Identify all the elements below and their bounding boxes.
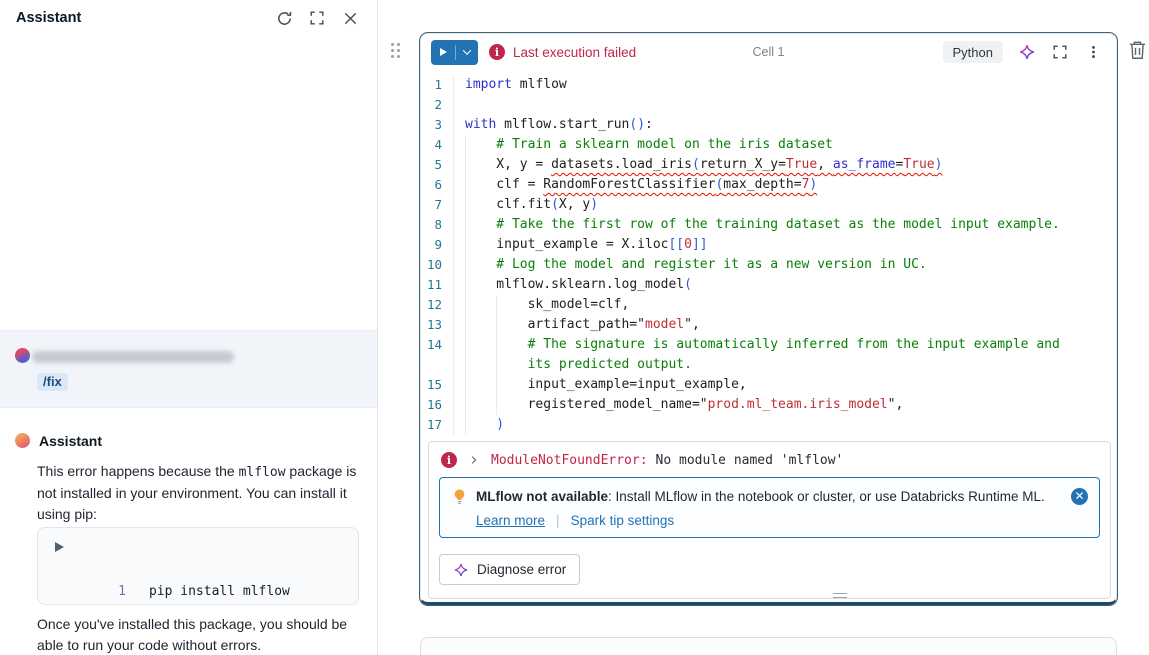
output-resize-handle[interactable] [833,593,847,598]
error-status-icon: i [489,44,505,60]
run-button[interactable] [431,40,478,65]
line-number: 7 [421,195,453,215]
assistant-sparkle-icon[interactable] [1018,43,1036,61]
next-cell-stub[interactable] [420,637,1117,655]
lightbulb-icon [452,488,467,505]
error-name: ModuleNotFoundError: [491,453,648,468]
notebook-area: i Last execution failed Cell 1 Python [378,0,1149,655]
code-line: 3with mlflow.start_run(): [421,115,1116,135]
code-line: 1import mlflow [421,75,1116,95]
diagnose-error-button[interactable]: Diagnose error [439,554,580,585]
line-number: 17 [421,415,453,435]
code-line: 4# Train a sklearn model on the iris dat… [421,135,1116,155]
code-line: 15input_example=input_example, [421,375,1116,395]
tip-title: MLflow not available [476,489,608,504]
line-number: 14 [421,335,453,355]
line-number: 6 [421,175,453,195]
line-number: 15 [421,375,453,395]
cell-label: Cell 1 [753,45,785,59]
code-line: 11mlflow.sklearn.log_model( [421,275,1116,295]
code-line: 13artifact_path="model", [421,315,1116,335]
code-line: 6clf = RandomForestClassifier(max_depth=… [421,175,1116,195]
run-snippet-icon[interactable] [55,542,64,552]
cell-toolbar: i Last execution failed Cell 1 Python [421,34,1116,70]
code-line: 10# Log the model and register it as a n… [421,255,1116,275]
assistant-author-label: Assistant [39,433,102,449]
snippet-code-line: 1 pip install mlflow [38,569,290,614]
expand-cell-icon[interactable] [1051,43,1069,61]
line-number: 8 [421,215,453,235]
assistant-response-paragraph-2: Once you've installed this package, you … [37,614,362,655]
code-line: 16registered_model_name="prod.ml_team.ir… [421,395,1116,415]
kebab-menu-icon[interactable] [1084,43,1102,61]
line-number: 2 [421,95,453,115]
line-number: 1 [421,75,453,95]
fix-command-chip: /fix [37,373,68,391]
line-number: 3 [421,115,453,135]
code-line: its predicted output. [421,355,1116,375]
line-number [421,355,453,375]
language-selector[interactable]: Python [943,41,1003,63]
code-line: 9input_example = X.iloc[[0]] [421,235,1116,255]
cell-drag-handle[interactable] [391,43,404,58]
inline-code-mlflow: mlflow [239,465,286,480]
line-number: 9 [421,235,453,255]
execution-status: Last execution failed [513,45,636,60]
user-avatar [15,348,30,363]
suggested-code-block: 1 pip install mlflow [37,527,359,605]
code-line: 2 [421,95,1116,115]
expand-traceback-chevron-icon[interactable] [468,454,480,466]
code-line: 8# Take the first row of the training da… [421,215,1116,235]
code-line: 5X, y = datasets.load_iris(return_X_y=Tr… [421,155,1116,175]
line-number: 10 [421,255,453,275]
line-number: 5 [421,155,453,175]
panel-title: Assistant [16,10,81,26]
diagnose-error-label: Diagnose error [477,562,566,577]
mlflow-tip-banner: MLflow not available: Install MLflow in … [439,477,1100,538]
trash-icon[interactable] [1128,40,1148,61]
code-line: 12sk_model=clf, [421,295,1116,315]
dismiss-tip-icon[interactable]: ✕ [1071,488,1088,505]
code-line: 14# The signature is automatically infer… [421,335,1116,355]
user-name-redacted [32,351,234,363]
code-editor[interactable]: 1import mlflow23with mlflow.start_run():… [421,70,1116,435]
line-number: 11 [421,275,453,295]
line-number: 12 [421,295,453,315]
error-icon: i [441,452,457,468]
tip-text: MLflow not available: Install MLflow in … [476,488,1045,505]
user-message: /fix [0,330,377,408]
notebook-cell: i Last execution failed Cell 1 Python [420,33,1117,605]
cell-output-panel: i ModuleNotFoundError: No module named '… [428,441,1111,599]
assistant-avatar [15,433,30,448]
run-options-chevron-icon[interactable] [455,45,477,60]
play-icon[interactable] [431,48,455,56]
refresh-icon[interactable] [275,9,293,27]
line-number: 16 [421,395,453,415]
spark-tip-settings-link[interactable]: Spark tip settings [571,513,675,528]
code-line: 17) [421,415,1116,435]
snippet-code-text: pip install mlflow [149,584,290,599]
snippet-line-number: 1 [85,584,126,599]
error-output-row: i ModuleNotFoundError: No module named '… [429,442,1110,474]
code-lines: 1import mlflow23with mlflow.start_run():… [421,75,1116,435]
code-line: 7clf.fit(X, y) [421,195,1116,215]
assistant-response-paragraph: This error happens because the mlflow pa… [37,461,362,525]
learn-more-link[interactable]: Learn more [476,513,545,528]
close-icon[interactable] [341,9,359,27]
link-separator: | [556,513,560,528]
assistant-panel-header: Assistant [0,4,377,32]
assistant-panel: Assistant /fix Assistant This error happ… [0,0,378,655]
error-message: No module named 'mlflow' [656,453,844,468]
fullscreen-icon[interactable] [308,9,326,27]
line-number: 13 [421,315,453,335]
line-number: 4 [421,135,453,155]
